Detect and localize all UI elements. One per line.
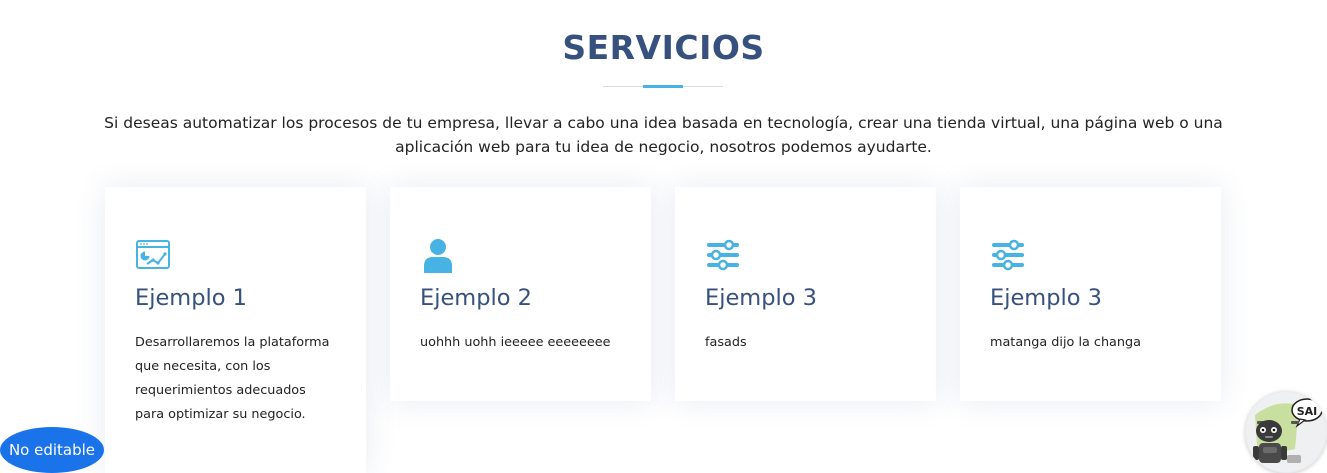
assistant-button[interactable]: SAI [1245,391,1327,473]
analytics-window-icon [136,240,170,269]
card-title: Ejemplo 3 [990,285,1102,311]
user-icon [424,239,452,273]
no-editable-badge[interactable]: No editable [0,427,104,473]
sliders-icon [992,239,1024,271]
service-card-4[interactable]: Ejemplo 3 matanga dijo la changa [960,187,1221,401]
robot-assistant-icon: SAI [1246,392,1326,472]
card-title: Ejemplo 1 [135,285,247,311]
card-description: Desarrollaremos la plataforma que necesi… [135,335,330,422]
section-intro: Si deseas automatizar los procesos de tu… [104,114,1223,156]
assistant-label: SAI [1297,405,1318,418]
card-description: uohhh uohh ieeeee eeeeeeee [420,335,611,350]
service-card-1[interactable]: Ejemplo 1 Desarrollaremos la plataforma … [105,187,366,473]
card-title: Ejemplo 2 [420,285,532,311]
sliders-icon [707,239,739,271]
section-title: SERVICIOS [562,28,765,67]
card-title: Ejemplo 3 [705,285,817,311]
title-divider-accent [643,85,683,88]
card-description: fasads [705,335,747,350]
service-card-3[interactable]: Ejemplo 3 fasads [675,187,936,401]
service-card-2[interactable]: Ejemplo 2 uohhh uohh ieeeee eeeeeeee [390,187,651,401]
card-description: matanga dijo la changa [990,335,1141,350]
